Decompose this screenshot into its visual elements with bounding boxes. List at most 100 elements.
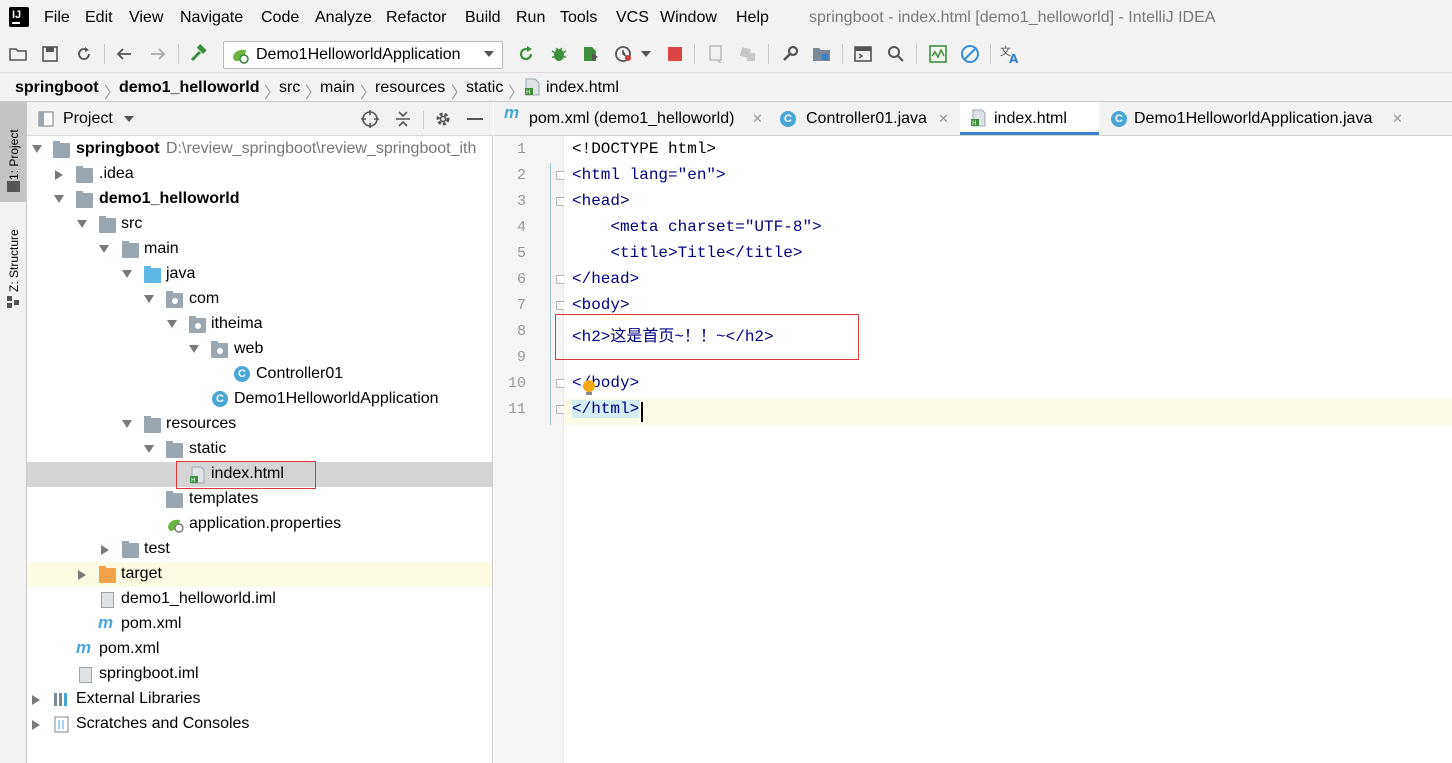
menu-refactor[interactable]: Refactor: [386, 9, 446, 27]
debug-icon[interactable]: [547, 42, 571, 66]
code-line-5[interactable]: <title>Title</title>: [572, 244, 802, 262]
line-number: 2: [516, 167, 526, 184]
project-tool-button[interactable]: 1: Project: [0, 102, 26, 202]
code-line-3[interactable]: <head>: [572, 192, 630, 210]
intention-bulb-icon[interactable]: [582, 379, 596, 397]
code-line-4[interactable]: <meta charset="UTF-8">: [572, 218, 821, 236]
search-icon[interactable]: [884, 42, 908, 66]
code-line-7[interactable]: <body>: [572, 296, 630, 314]
code-line-11[interactable]: </html>: [572, 400, 640, 418]
breadcrumb: springboot 〉 demo1_helloworld 〉 src 〉 ma…: [0, 72, 1452, 102]
code-line-1[interactable]: <!DOCTYPE html>: [572, 140, 716, 158]
project-panel-title[interactable]: Project: [63, 110, 113, 128]
tree-item-springboot[interactable]: springboot D:\review_springboot\review_s…: [27, 137, 492, 162]
translate-icon[interactable]: 文A: [999, 42, 1023, 66]
tree-item-demo1helloworldapplication[interactable]: C Demo1HelloworldApplication: [27, 387, 492, 412]
menu-view[interactable]: View: [129, 9, 163, 27]
tree-item-label: test: [144, 540, 170, 557]
menu-analyze[interactable]: Analyze: [315, 9, 372, 27]
scratches-icon: [54, 716, 69, 733]
line-number: 9: [516, 349, 526, 366]
deploy-icon[interactable]: [736, 42, 760, 66]
menu-window[interactable]: Window: [660, 9, 717, 27]
tree-item-java[interactable]: java: [27, 262, 492, 287]
tree-item-idea[interactable]: .idea: [27, 162, 492, 187]
tab-pom-xml[interactable]: m pom.xml (demo1_helloworld) ✕: [494, 102, 768, 135]
monitor-icon[interactable]: [926, 42, 950, 66]
folder-open-icon[interactable]: [6, 42, 30, 66]
gear-icon[interactable]: [434, 110, 452, 128]
save-icon[interactable]: [38, 42, 62, 66]
spring-properties-icon: [168, 519, 184, 533]
tree-item-static[interactable]: static: [27, 437, 492, 462]
menu-build[interactable]: Build: [465, 9, 501, 27]
forward-icon[interactable]: [146, 42, 170, 66]
sync-icon[interactable]: [72, 42, 96, 66]
run-configuration-select[interactable]: Demo1HelloworldApplication: [223, 41, 503, 69]
profile-icon[interactable]: [612, 42, 636, 66]
tab-demo1helloworldapplication[interactable]: C Demo1HelloworldApplication.java ✕: [1101, 102, 1411, 135]
tree-item-pom-xml-module[interactable]: m pom.xml: [27, 612, 492, 637]
project-structure-icon[interactable]: [810, 42, 834, 66]
tree-item-controller01[interactable]: C Controller01: [27, 362, 492, 387]
tree-item-demo1-helloworld-iml[interactable]: demo1_helloworld.iml: [27, 587, 492, 612]
tree-item-scratches[interactable]: Scratches and Consoles: [27, 712, 492, 737]
tree-item-springboot-iml[interactable]: springboot.iml: [27, 662, 492, 687]
tree-item-pom-xml-root[interactable]: m pom.xml: [27, 637, 492, 662]
stop-icon[interactable]: [663, 42, 687, 66]
back-icon[interactable]: [112, 42, 136, 66]
chevron-down-icon[interactable]: [124, 116, 134, 123]
close-icon[interactable]: ✕: [1392, 111, 1403, 127]
tree-item-com[interactable]: com: [27, 287, 492, 312]
tab-index-html[interactable]: H index.html: [960, 102, 1099, 135]
tree-item-web[interactable]: web: [27, 337, 492, 362]
tree-item-templates[interactable]: templates: [27, 487, 492, 512]
breadcrumb-main[interactable]: main: [320, 79, 355, 97]
close-icon[interactable]: ✕: [752, 111, 763, 127]
locate-crosshair-icon[interactable]: [361, 110, 379, 128]
tree-item-external-libraries[interactable]: External Libraries: [27, 687, 492, 712]
tree-item-main[interactable]: main: [27, 237, 492, 262]
settings-wrench-icon[interactable]: [778, 42, 802, 66]
menu-code[interactable]: Code: [261, 9, 299, 27]
menu-help[interactable]: Help: [736, 9, 769, 27]
tab-label: Controller01.java: [806, 110, 927, 127]
tree-item-target[interactable]: target: [27, 562, 492, 587]
device-icon[interactable]: [704, 42, 728, 66]
structure-tool-button[interactable]: Z: Structure: [0, 212, 26, 312]
code-line-2[interactable]: <html lang="en">: [572, 166, 726, 184]
breadcrumb-index-html[interactable]: index.html: [546, 79, 619, 97]
terminal-icon[interactable]: [851, 42, 875, 66]
menu-edit[interactable]: Edit: [85, 9, 113, 27]
tree-item-label: demo1_helloworld.iml: [121, 590, 276, 607]
disable-icon[interactable]: [958, 42, 982, 66]
tree-item-demo1-helloworld[interactable]: demo1_helloworld: [27, 187, 492, 212]
tree-item-application-properties[interactable]: application.properties: [27, 512, 492, 537]
breadcrumb-static[interactable]: static: [466, 79, 503, 97]
code-editor[interactable]: <!DOCTYPE html> <html lang="en"> <head> …: [555, 136, 1452, 763]
hide-panel-icon[interactable]: [467, 118, 483, 121]
menu-vcs[interactable]: VCS: [616, 9, 649, 27]
tree-item-resources[interactable]: resources: [27, 412, 492, 437]
breadcrumb-src[interactable]: src: [279, 79, 300, 97]
code-line-6[interactable]: </head>: [572, 270, 639, 288]
libraries-icon: [54, 693, 67, 706]
build-hammer-icon[interactable]: [186, 42, 210, 66]
coverage-icon[interactable]: [579, 42, 603, 66]
tree-item-test[interactable]: test: [27, 537, 492, 562]
collapse-all-icon[interactable]: [395, 110, 411, 128]
menu-run[interactable]: Run: [516, 9, 545, 27]
breadcrumb-resources[interactable]: resources: [375, 79, 445, 97]
package-icon: [166, 291, 183, 308]
tab-controller01[interactable]: C Controller01.java ✕: [770, 102, 958, 135]
breadcrumb-springboot[interactable]: springboot: [15, 79, 99, 97]
tree-item-src[interactable]: src: [27, 212, 492, 237]
breadcrumb-demo1-helloworld[interactable]: demo1_helloworld: [119, 79, 259, 97]
menu-file[interactable]: File: [44, 9, 70, 27]
chevron-down-icon[interactable]: [636, 42, 656, 66]
menu-tools[interactable]: Tools: [560, 9, 597, 27]
rerun-icon[interactable]: [514, 42, 538, 66]
menu-navigate[interactable]: Navigate: [180, 9, 243, 27]
tree-item-itheima[interactable]: itheima: [27, 312, 492, 337]
close-icon[interactable]: ✕: [938, 111, 949, 127]
